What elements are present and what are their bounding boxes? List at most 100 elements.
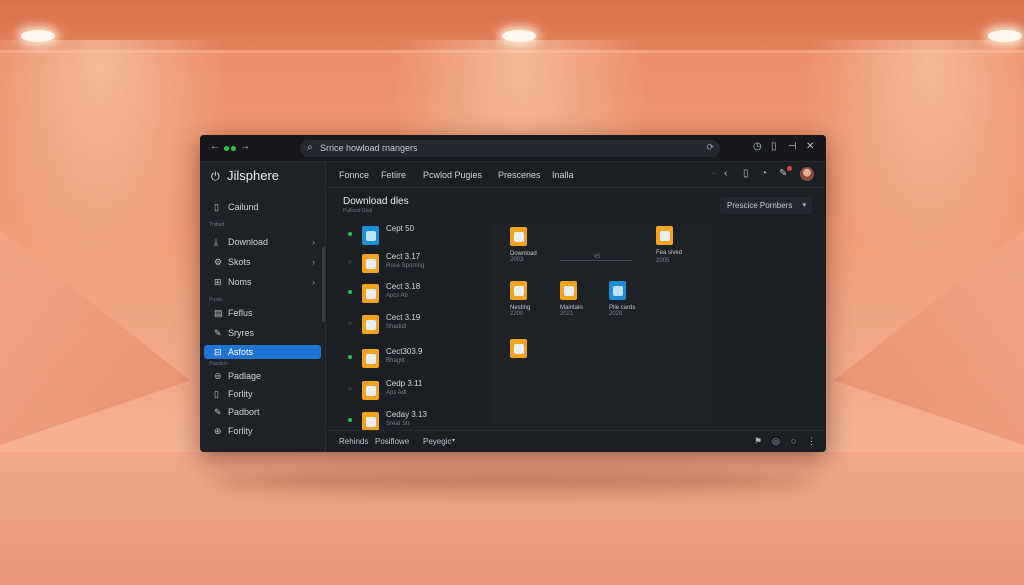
ceiling-light xyxy=(988,30,1022,42)
sidebar-item-skots[interactable]: ⚙ Skots › xyxy=(204,255,321,269)
status-dot xyxy=(231,146,236,151)
edit-icon: ✎ xyxy=(214,328,222,338)
grid-item[interactable]: Download 2003 xyxy=(510,227,574,263)
cloud-file-icon xyxy=(362,226,379,245)
sidebar-item-sryres[interactable]: ✎ Sryres xyxy=(204,326,321,340)
close-icon[interactable]: ✕ xyxy=(806,141,814,152)
page-subtitle: Pulliced Gialt xyxy=(343,208,373,214)
grid-icon: ⊞ xyxy=(214,277,222,287)
grid-link-label: x5 xyxy=(594,254,601,260)
file-icon xyxy=(362,254,379,273)
sidebar-item-cailund[interactable]: ▯ Cailund xyxy=(204,200,321,214)
status-bar: Rehinds Posiflowe Peyegic ▾ ⚑ ◎ ○ ⋮ xyxy=(327,430,826,452)
list-item[interactable]: Cedp 3.11 Aps Adl xyxy=(328,378,488,406)
sidebar-item-padlage[interactable]: ⊜ Padlage xyxy=(204,369,321,383)
chevron-down-icon[interactable]: ▾ xyxy=(452,437,455,444)
more-icon[interactable]: ⋮ xyxy=(807,436,816,447)
tab-fetiire[interactable]: Fetiire xyxy=(381,170,406,180)
tab-fonnce[interactable]: Fonnce xyxy=(339,170,369,180)
list-item[interactable]: Cept 50 xyxy=(328,223,488,251)
status-dot xyxy=(348,260,352,264)
doc-icon: ▯ xyxy=(214,389,219,399)
sidebar-section: Pilastion xyxy=(209,361,228,367)
sidebar-item-forlity[interactable]: ▯ Forlity xyxy=(204,387,321,401)
brand: ⏻ Jilsphere xyxy=(211,168,279,184)
file-icon xyxy=(362,315,379,334)
ceiling-light xyxy=(21,30,55,42)
sidebar-scrollbar[interactable] xyxy=(322,247,325,322)
sidebar-item-download[interactable]: ⤓ Download › xyxy=(204,235,321,249)
refresh-icon[interactable]: ⟳ xyxy=(706,142,714,153)
sidebar-item-padbort[interactable]: ✎ Padbort xyxy=(204,405,321,419)
back-icon[interactable]: ← xyxy=(210,141,220,152)
window-shadow xyxy=(210,470,815,492)
status-dot xyxy=(348,418,352,422)
tab-presceries[interactable]: Presceries xyxy=(498,170,541,180)
pen-icon: ✎ xyxy=(214,407,222,417)
file-icon xyxy=(510,339,527,358)
status-dot xyxy=(224,146,229,151)
sidebar-item-feflus[interactable]: ▤ Feflus xyxy=(204,306,321,320)
file-icon xyxy=(362,349,379,368)
flag-icon[interactable]: ⚑ xyxy=(754,436,762,447)
forward-icon[interactable]: → xyxy=(240,141,250,152)
search-bar[interactable]: ⌕ Srrice howload rnangers ⟳ xyxy=(300,140,720,157)
sidebar: ⏻ Jilsphere ▯ Cailund Thitted ⤓ Download › ⚙… xyxy=(200,162,326,452)
document-icon: ▤ xyxy=(214,308,223,318)
file-list: Cept 50 Cect 3.17 Rose Sporring Cect 3.1… xyxy=(328,223,488,431)
gear-icon: ⚙ xyxy=(214,257,223,267)
file-icon xyxy=(609,281,626,300)
circle-icon[interactable]: ○ xyxy=(791,436,796,446)
tab-pcwlod-pugies[interactable]: Pcwlod Pugies xyxy=(423,170,482,180)
file-icon xyxy=(656,226,673,245)
list-item[interactable]: Cect303.9 Bhagtit xyxy=(328,346,488,374)
chevron-right-icon: › xyxy=(312,237,315,247)
avatar[interactable] xyxy=(800,167,814,181)
globe-icon: ⊕ xyxy=(214,426,222,436)
clock-icon[interactable]: ◷ xyxy=(753,141,762,152)
list-item[interactable]: Cect 3.18 Apcs Ati xyxy=(328,281,488,309)
location-icon[interactable]: ◎ xyxy=(772,436,780,447)
status-dot xyxy=(348,387,352,391)
file-card[interactable]: Fea sived 2005 xyxy=(642,223,700,273)
more-icon[interactable]: · xyxy=(712,168,715,179)
chevron-right-icon: › xyxy=(312,257,315,267)
sidebar-section: Posts xyxy=(209,297,222,303)
light-glow xyxy=(800,40,1024,280)
status-dot xyxy=(348,290,352,294)
sidebar-item-asfots[interactable]: ⊟ Asfots xyxy=(204,345,321,359)
chevron-down-icon: ▾ xyxy=(802,202,806,209)
footer-peyegic[interactable]: Peyegic xyxy=(423,437,451,446)
chevron-left-icon[interactable]: ‹ xyxy=(724,168,727,179)
list-item[interactable]: Cect 3.17 Rose Sporring xyxy=(328,251,488,279)
window-icon[interactable]: ▯ xyxy=(771,141,777,152)
status-dot xyxy=(348,355,352,359)
tab-inalla[interactable]: Inalla xyxy=(552,170,574,180)
package-icon: ⊜ xyxy=(214,371,222,381)
brand-name: Jilsphere xyxy=(227,168,280,183)
history-icon[interactable]: ◔ xyxy=(761,168,767,179)
download-icon: ⤓ xyxy=(214,237,218,247)
power-icon: ⏻ xyxy=(211,171,220,183)
file-icon xyxy=(362,412,379,431)
file-icon xyxy=(560,281,577,300)
list-item[interactable]: Cect 3.19 Shadidl xyxy=(328,312,488,340)
grid-item[interactable]: Pile cards 2020 xyxy=(609,281,673,317)
search-input[interactable]: Srrice howload rnangers xyxy=(320,143,418,153)
sidebar-item-noms[interactable]: ⊞ Noms › xyxy=(204,275,321,289)
grid-item[interactable] xyxy=(510,339,574,363)
pen-icon[interactable]: ✎ xyxy=(779,168,787,179)
file-icon xyxy=(362,284,379,303)
sidebar-item-forlity-2[interactable]: ⊕ Forlity xyxy=(204,424,321,438)
footer-rehinds[interactable]: Rehinds xyxy=(339,437,368,446)
preset-dropdown[interactable]: Prescice Pornbers ▾ xyxy=(720,197,812,214)
footer-posiflowe[interactable]: Posiflowe xyxy=(375,437,409,446)
tab-bar: Fonnce Fetiire Pcwlod Pugies Presceries … xyxy=(327,162,826,188)
clipboard-icon[interactable]: ▯ xyxy=(743,168,749,179)
file-icon xyxy=(362,381,379,400)
connector-line xyxy=(560,260,632,261)
status-dot xyxy=(348,321,352,325)
chevron-right-icon: › xyxy=(312,277,315,287)
minimize-icon[interactable]: ⊣ xyxy=(788,141,797,152)
device-icon: ▯ xyxy=(214,202,219,212)
